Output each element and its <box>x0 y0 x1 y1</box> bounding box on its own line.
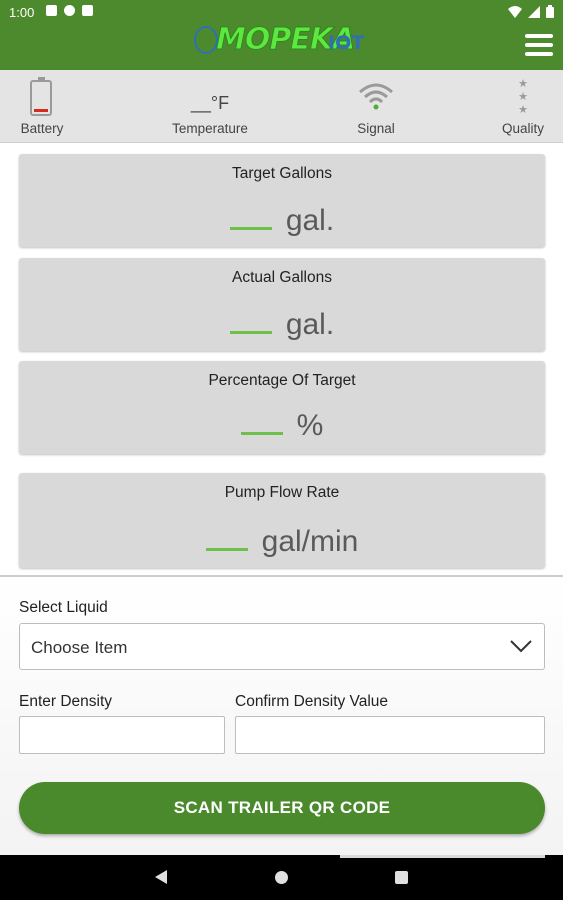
signal-label: Signal <box>357 121 395 136</box>
percentage-of-target-card: Percentage Of Target % <box>19 361 545 454</box>
status-time: 1:00 <box>9 5 35 20</box>
cell-signal-icon <box>528 5 540 18</box>
mopeka-logo: MOPEKA IOT <box>194 22 365 58</box>
empty-value-dash <box>240 432 283 435</box>
scan-trailer-qr-button[interactable]: SCAN TRAILER QR CODE <box>19 782 545 834</box>
chevron-down-icon <box>510 640 532 653</box>
scroll-edge <box>340 855 545 858</box>
sensor-indicators: Battery __°F Temperature Signal ★ ★ ★ Qual… <box>0 70 563 143</box>
enter-density-label: Enter Density <box>19 693 113 710</box>
liquid-form: Select Liquid Choose Item Enter Density … <box>0 577 563 855</box>
card-unit: gal/min <box>261 525 359 558</box>
quality-label: Quality <box>501 121 545 136</box>
target-gallons-card: Target Gallons gal. <box>19 154 545 247</box>
pump-flow-rate-card: Pump Flow Rate gal/min <box>19 473 545 568</box>
card-title: Actual Gallons <box>232 269 332 286</box>
battery-level-fill <box>34 109 48 112</box>
notification-icons <box>46 5 93 16</box>
card-unit: % <box>296 409 324 442</box>
temperature-label: Temperature <box>172 121 248 136</box>
card-value: gal. <box>19 308 545 342</box>
hamburger-menu-icon[interactable] <box>525 34 553 56</box>
battery-low-icon <box>30 77 52 116</box>
back-icon[interactable] <box>155 870 167 884</box>
app-bar: 1:00 MOPEKA IOT <box>0 0 563 70</box>
confirm-density-input[interactable] <box>235 716 545 754</box>
wifi-status-icon <box>508 5 522 18</box>
card-value: gal/min <box>19 525 545 559</box>
home-icon[interactable] <box>275 871 288 884</box>
battery-status-icon <box>546 5 554 18</box>
notification-icon <box>46 5 57 16</box>
notification-icon <box>64 5 75 16</box>
stars-icon: ★ ★ ★ <box>518 78 528 116</box>
density-input[interactable] <box>19 716 225 754</box>
card-title: Target Gallons <box>232 165 332 182</box>
card-value: gal. <box>19 204 545 238</box>
select-liquid-label: Select Liquid <box>19 599 108 616</box>
status-bar: 1:00 <box>0 0 563 24</box>
confirm-density-label: Confirm Density Value <box>235 693 389 710</box>
empty-value-dash <box>205 548 248 551</box>
card-value: % <box>19 409 545 443</box>
system-nav-bar <box>0 855 563 900</box>
logo-mark <box>194 26 218 54</box>
card-title: Percentage Of Target <box>208 372 356 389</box>
empty-value-dash <box>229 227 272 230</box>
battery-label: Battery <box>20 121 64 136</box>
sd-card-icon <box>82 5 93 16</box>
liquid-select[interactable]: Choose Item <box>19 623 545 670</box>
actual-gallons-card: Actual Gallons gal. <box>19 258 545 351</box>
logo-suffix: IOT <box>328 32 365 54</box>
temperature-value: __°F <box>190 93 230 113</box>
system-icons <box>508 5 554 18</box>
select-value: Choose Item <box>31 638 128 657</box>
wifi-signal-icon <box>359 83 393 110</box>
card-title: Pump Flow Rate <box>224 484 340 501</box>
card-unit: gal. <box>285 308 335 341</box>
empty-value-dash <box>229 331 272 334</box>
card-unit: gal. <box>285 204 335 237</box>
recent-apps-icon[interactable] <box>395 871 408 884</box>
